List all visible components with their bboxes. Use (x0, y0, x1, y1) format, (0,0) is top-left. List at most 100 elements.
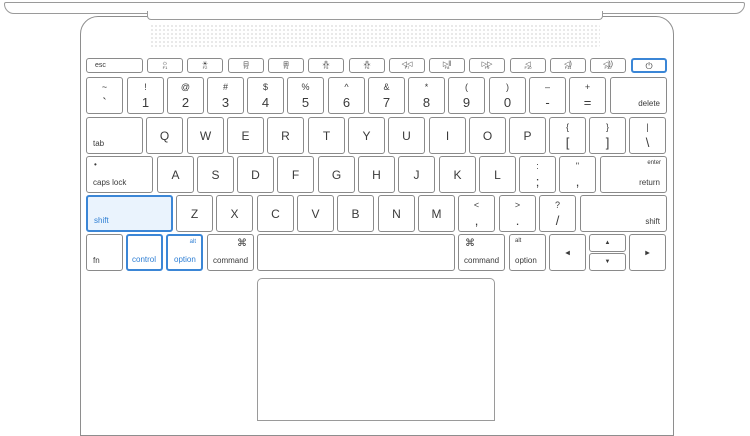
f3-key[interactable]: ⊟ F3 (228, 58, 264, 73)
f9-label: F9 (484, 65, 490, 70)
key-bottom-symbol: ] (605, 135, 610, 150)
key-top-symbol: " (575, 161, 580, 171)
shift-label: shift (645, 217, 660, 226)
letter-key-j[interactable]: J (398, 156, 435, 193)
f9-key[interactable]: ▷▷ F9 (469, 58, 505, 73)
letter-key-w[interactable]: W (187, 117, 224, 154)
punct-key-b2[interactable]: ? / (539, 195, 576, 232)
return-key[interactable]: enter return (600, 156, 667, 193)
bracket-key-2[interactable]: | \ (629, 117, 666, 154)
letter-key-m[interactable]: M (418, 195, 455, 232)
arrow-right-key[interactable]: ▶ (629, 234, 666, 271)
number-key-11[interactable]: – - (529, 77, 566, 114)
f8-key[interactable]: ▷‖ F8 (429, 58, 465, 73)
letter-key-q[interactable]: Q (146, 117, 183, 154)
letter-key-z[interactable]: Z (176, 195, 213, 232)
bracket-key-1[interactable]: }] (589, 117, 626, 154)
left-option-key[interactable]: alt option (166, 234, 203, 271)
arrow-up-key[interactable]: ▲ (589, 234, 626, 252)
f6-key[interactable]: ⁂ F6 (349, 58, 385, 73)
letter-key-c[interactable]: C (257, 195, 294, 232)
caps-lock-key[interactable]: • caps lock (86, 156, 153, 193)
bracket-key-0[interactable]: {[ (549, 117, 586, 154)
key-letter: V (311, 206, 320, 221)
f10-key[interactable]: ◁ F10 (510, 58, 546, 73)
key-letter: B (351, 206, 360, 221)
number-key-3[interactable]: #3 (207, 77, 244, 114)
f12-key[interactable]: ◁)) F12 (590, 58, 626, 73)
option-label: option (515, 256, 537, 265)
letter-key-u[interactable]: U (388, 117, 425, 154)
number-key-10[interactable]: ) 0 (489, 77, 526, 114)
letter-key-b[interactable]: B (337, 195, 374, 232)
letter-key-s[interactable]: S (197, 156, 234, 193)
letter-key-t[interactable]: T (308, 117, 345, 154)
control-key[interactable]: control (126, 234, 163, 271)
key-top-symbol: { (565, 122, 569, 132)
arrow-left-icon: ◀ (565, 250, 570, 256)
f11-key[interactable]: ◁) F11 (550, 58, 586, 73)
power-key[interactable]: ⏻ (631, 58, 667, 73)
number-key-5[interactable]: % 5 (287, 77, 324, 114)
key-letter: E (241, 128, 250, 143)
letter-key-i[interactable]: I (429, 117, 466, 154)
letter-key-e[interactable]: E (227, 117, 264, 154)
key-top-symbol: % (301, 82, 310, 92)
right-command-key[interactable]: ⌘ command (458, 234, 505, 271)
esc-key[interactable]: esc (86, 58, 143, 73)
letter-key-v[interactable]: V (297, 195, 334, 232)
key-top-symbol: ! (144, 82, 147, 92)
f2-key[interactable]: ☀ F2 (187, 58, 223, 73)
f5-key[interactable]: ⁂ F5 (308, 58, 344, 73)
f1-key[interactable]: ☼ F1 (147, 58, 183, 73)
punct-key-1[interactable]: ", (559, 156, 596, 193)
number-key-4[interactable]: $4 (247, 77, 284, 114)
trackpad[interactable] (257, 278, 495, 421)
key-letter: Y (362, 128, 371, 143)
right-option-key[interactable]: alt option (509, 234, 546, 271)
tab-key[interactable]: tab (86, 117, 143, 154)
letter-key-f[interactable]: F (277, 156, 314, 193)
key-letter: H (372, 167, 381, 182)
letter-key-l[interactable]: L (479, 156, 516, 193)
letter-key-k[interactable]: K (439, 156, 476, 193)
letter-key-y[interactable]: Y (348, 117, 385, 154)
key-letter: P (523, 128, 532, 143)
key-bottom-symbol: 5 (301, 95, 310, 110)
number-key-6[interactable]: ^ 6 (328, 77, 365, 114)
number-key-0[interactable]: ~ ` (86, 77, 123, 114)
number-key-9[interactable]: (9 (448, 77, 485, 114)
key-letter: N (392, 206, 401, 221)
number-key-8[interactable]: * 8 (408, 77, 445, 114)
number-key-1[interactable]: ! 1 (127, 77, 164, 114)
key-bottom-symbol: 3 (221, 95, 230, 110)
number-key-12[interactable]: + = (569, 77, 606, 114)
letter-key-g[interactable]: G (318, 156, 355, 193)
space-bar[interactable] (257, 234, 455, 271)
left-shift-key[interactable]: shift (86, 195, 173, 232)
arrow-left-key[interactable]: ◀ (549, 234, 586, 271)
punct-key-b1[interactable]: >. (499, 195, 536, 232)
letter-key-h[interactable]: H (358, 156, 395, 193)
fn-key[interactable]: fn (86, 234, 123, 271)
letter-key-p[interactable]: P (509, 117, 546, 154)
number-key-7[interactable]: & 7 (368, 77, 405, 114)
letter-key-r[interactable]: R (267, 117, 304, 154)
letter-key-x[interactable]: X (216, 195, 253, 232)
enter-label: enter (647, 160, 661, 166)
number-key-2[interactable]: @2 (167, 77, 204, 114)
command-icon: ⌘ (237, 238, 247, 249)
delete-key[interactable]: delete (610, 77, 667, 114)
right-shift-key[interactable]: shift (580, 195, 667, 232)
letter-key-o[interactable]: O (469, 117, 506, 154)
punct-key-0[interactable]: :; (519, 156, 556, 193)
punct-key-b0[interactable]: <, (458, 195, 495, 232)
f4-key[interactable]: ⊞ F4 (268, 58, 304, 73)
f7-key[interactable]: ◁◁ F7 (389, 58, 425, 73)
arrow-down-key[interactable]: ▼ (589, 253, 626, 271)
letter-key-d[interactable]: D (237, 156, 274, 193)
key-letter: L (494, 167, 501, 182)
letter-key-n[interactable]: N (378, 195, 415, 232)
left-command-key[interactable]: ⌘ command (207, 234, 254, 271)
letter-key-a[interactable]: A (157, 156, 194, 193)
